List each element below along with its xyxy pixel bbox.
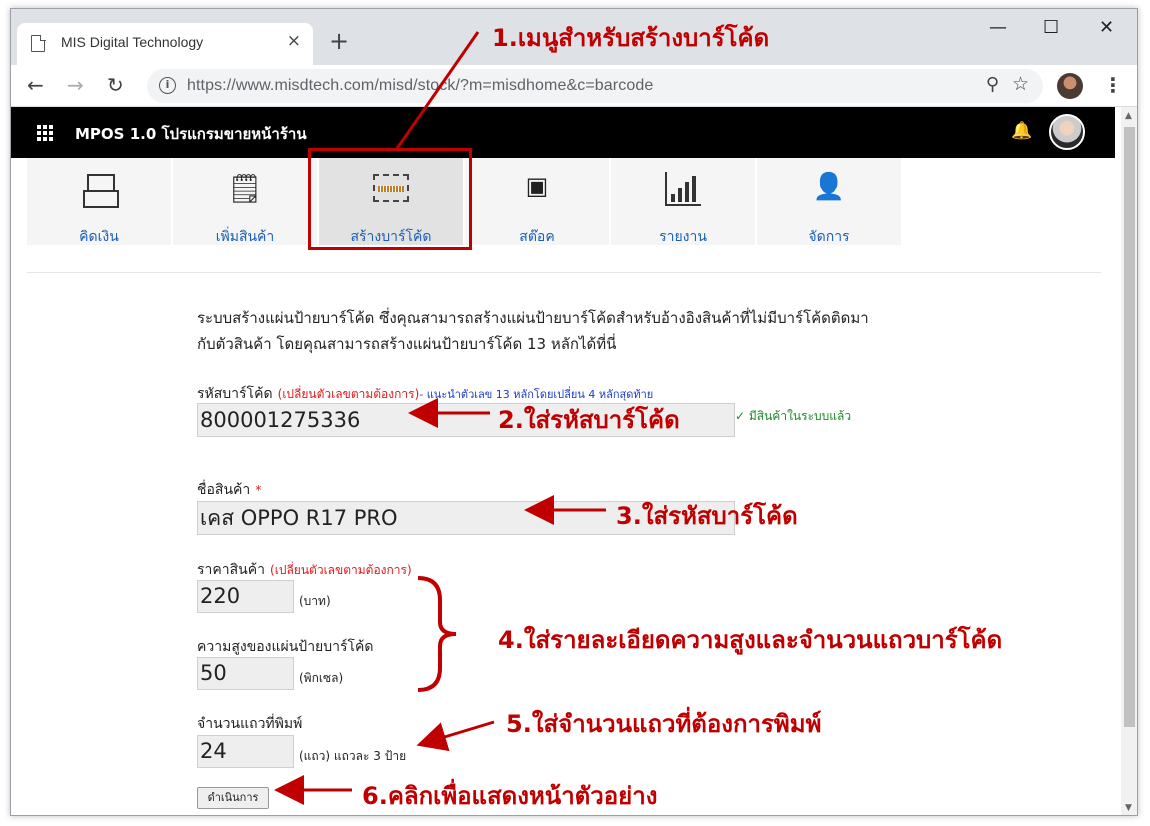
annotation-6: 6.คลิกเพื่อแสดงหน้าตัวอย่าง [362,782,658,810]
barcode-status: ✓ มีสินค้าในระบบแล้ว [735,409,852,423]
price-note: (เปลี่ยนตัวเลขตามต้องการ) [270,563,412,577]
report-chart-icon [611,172,755,208]
user-settings-icon: 👤 [812,172,846,202]
scrollbar-thumb[interactable] [1124,127,1135,727]
required-mark: * [255,483,262,497]
annotation-3: 3.ใส่รหัสบาร์โค้ด [616,502,798,530]
annotation-5: 5.ใส่จำนวนแถวที่ต้องการพิมพ์ [506,710,822,738]
intro-line-2: กับตัวสินค้า โดยคุณสามารถสร้างแผ่นป้ายบา… [197,335,617,353]
window-close-icon[interactable]: ✕ [1099,17,1114,38]
product-name-label: ชื่อสินค้า [197,482,251,498]
highlight-box [308,148,472,250]
price-label-row: ราคาสินค้า (เปลี่ยนตัวเลขตามต้องการ) [197,559,412,581]
intro-text: ระบบสร้างแผ่นป้ายบาร์โค้ด ซึ่งคุณสามารถส… [197,305,957,357]
menu-divider [27,272,1101,273]
add-item-icon: 🗒 [227,172,263,205]
rows-unit: (แถว) แถวละ 3 ป้าย [299,749,407,763]
annotation-4: 4.ใส่รายละเอียดความสูงและจำนวนแถวบาร์โค้… [498,626,1003,654]
menu-item-manage[interactable]: 👤 จัดการ [757,158,901,245]
url-text: https://www.misdtech.com/misd/stock/?m=m… [187,77,654,94]
height-label: ความสูงของแผ่นป้ายบาร์โค้ด [197,639,374,655]
rows-label: จำนวนแถวที่พิมพ์ [197,716,303,732]
menu-item-label: สต๊อค [519,229,555,245]
apps-grid-icon[interactable] [37,125,53,141]
bookmark-star-icon[interactable]: ☆ [1012,73,1029,95]
menu-item-report[interactable]: รายงาน [611,158,755,245]
menu-item-add-product[interactable]: 🗒 เพิ่มสินค้า [173,158,317,245]
name-label-row: ชื่อสินค้า * [197,479,261,501]
app-header: MPOS 1.0 โปรแกรมขายหน้าร้าน 🔔 [11,107,1115,158]
height-input[interactable]: 50 [197,657,294,690]
stock-cubes-icon: ▣ [525,172,549,200]
menu-item-cashier[interactable]: คิดเงิน [27,158,171,245]
zoom-icon[interactable]: ⚲ [986,74,999,95]
submit-button[interactable]: ดำเนินการ [197,787,269,809]
new-tab-icon[interactable]: + [329,29,349,53]
reload-icon[interactable]: ↻ [107,73,124,97]
menu-item-stock[interactable]: ▣ สต๊อค [465,158,609,245]
intro-line-1: ระบบสร้างแผ่นป้ายบาร์โค้ด ซึ่งคุณสามารถส… [197,309,869,327]
barcode-note: (เปลี่ยนตัวเลขตามต้องการ) [277,387,420,401]
annotation-2: 2.ใส่รหัสบาร์โค้ด [498,406,680,434]
forward-icon[interactable]: → [67,73,84,97]
page-scrollbar[interactable]: ▲ ▼ [1121,107,1137,815]
app-title: MPOS 1.0 โปรแกรมขายหน้าร้าน [75,125,307,143]
maximize-icon[interactable]: ☐ [1043,17,1059,38]
browser-menu-icon[interactable]: ⋮ [1103,73,1123,97]
scroll-up-icon[interactable]: ▲ [1125,111,1132,121]
profile-avatar[interactable] [1057,73,1083,99]
tab-close-icon[interactable]: × [287,31,301,51]
price-label: ราคาสินค้า [197,562,265,578]
annotation-1: 1.เมนูสำหรับสร้างบาร์โค้ด [492,24,770,52]
barcode-label: รหัสบาร์โค้ด [197,386,273,402]
back-icon[interactable]: ← [27,73,44,97]
height-unit: (พิกเซล) [299,671,344,685]
menu-item-label: เพิ่มสินค้า [215,229,275,245]
browser-toolbar: ← → ↻ i https://www.misdtech.com/misd/st… [11,65,1137,107]
address-bar[interactable]: i https://www.misdtech.com/misd/stock/?m… [147,69,1043,103]
scroll-down-icon[interactable]: ▼ [1125,803,1132,813]
notification-bell-icon[interactable]: 🔔 [1011,121,1032,141]
menu-item-label: จัดการ [808,229,850,245]
rows-input[interactable]: 24 [197,735,294,768]
menu-item-label: รายงาน [659,229,707,245]
tab-title: MIS Digital Technology [61,34,204,50]
user-avatar[interactable] [1049,114,1085,150]
price-unit: (บาท) [299,594,331,608]
site-info-icon[interactable]: i [159,77,176,94]
menu-item-label: คิดเงิน [79,229,119,245]
minimize-icon[interactable]: — [989,17,1007,38]
cash-register-icon [27,172,171,208]
browser-tab[interactable]: MIS Digital Technology × [17,23,313,65]
price-input[interactable]: 220 [197,580,294,613]
page-icon [31,34,46,52]
